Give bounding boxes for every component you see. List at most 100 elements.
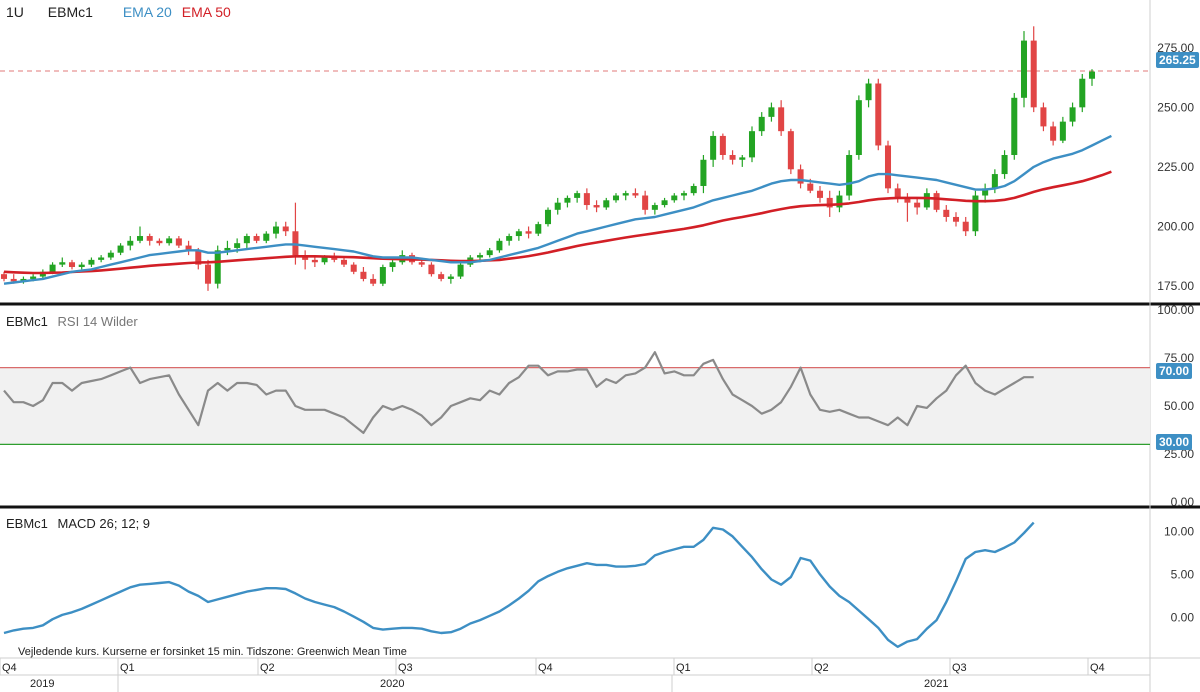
candle-down	[642, 195, 649, 210]
candle-up	[855, 100, 862, 155]
candle-up	[49, 264, 56, 272]
candle-down	[0, 274, 8, 279]
candle-down	[884, 145, 892, 189]
candle-up	[515, 231, 522, 237]
symbol-label[interactable]: EBMc1	[48, 4, 93, 20]
candle-down	[962, 221, 969, 232]
candle-up	[506, 236, 513, 241]
candle-down	[943, 209, 950, 217]
rsi-upper-badge: 70.00	[1156, 363, 1193, 379]
candle-up	[88, 259, 95, 265]
interval-label[interactable]: 1U	[6, 4, 24, 20]
candle-up	[272, 226, 280, 234]
candle-down	[282, 226, 289, 232]
candle-down	[729, 155, 736, 160]
quarter-label: Q3	[398, 662, 413, 674]
year-label: 2020	[380, 678, 405, 690]
y-tick-label: 0.00	[1171, 495, 1195, 509]
ema20-label[interactable]: EMA 20	[123, 4, 172, 20]
candle-up	[564, 197, 571, 203]
candle-up	[535, 224, 542, 234]
candle-up	[224, 247, 231, 251]
candle-up	[1059, 121, 1066, 141]
macd-indicator[interactable]: MACD 26; 12; 9	[58, 516, 151, 531]
candle-up	[574, 193, 581, 198]
candle-down	[156, 240, 163, 244]
candle-up	[486, 250, 493, 256]
candle-down	[311, 259, 318, 263]
candle-down	[340, 259, 348, 265]
candle-up	[166, 238, 173, 244]
candle-up	[214, 250, 221, 284]
candle-down	[914, 202, 921, 208]
last-price-badge: 265.25	[1156, 52, 1199, 68]
ema50-line	[3, 170, 1112, 275]
candle-up	[680, 193, 688, 196]
candle-down	[952, 216, 960, 222]
candle-up	[603, 200, 610, 208]
candle-up	[107, 252, 114, 258]
macd-symbol: EBMc1	[6, 516, 48, 531]
y-tick-label: 225.00	[1157, 160, 1194, 174]
candle-down	[418, 262, 425, 265]
candle-down	[10, 278, 17, 282]
y-tick-label: 100.00	[1157, 303, 1194, 317]
candle-up	[379, 267, 386, 284]
candle-up	[1069, 107, 1076, 122]
rsi-band	[0, 367, 1150, 445]
candle-down	[583, 193, 590, 206]
candle-up	[234, 243, 241, 248]
candle-up	[457, 264, 464, 277]
candle-up	[136, 236, 144, 241]
candle-down	[204, 264, 212, 284]
candle-down	[816, 190, 824, 198]
candle-down	[292, 231, 299, 256]
y-tick-label: 10.00	[1164, 524, 1194, 538]
macd-panel-header: EBMc1 MACD 26; 12; 9	[6, 516, 156, 531]
candle-down	[593, 205, 600, 208]
candle-up	[1088, 71, 1096, 79]
quarter-label: Q2	[814, 662, 829, 674]
candle-down	[525, 231, 532, 234]
candle-down	[719, 135, 726, 155]
candle-up	[700, 159, 707, 186]
candle-up	[651, 205, 658, 210]
candle-up	[476, 255, 484, 258]
candle-down	[933, 193, 940, 210]
candle-up	[554, 202, 561, 210]
y-tick-label: 5.00	[1171, 567, 1195, 581]
candle-up	[768, 107, 775, 117]
rsi-indicator[interactable]: RSI 14 Wilder	[58, 314, 138, 329]
candle-down	[68, 262, 76, 268]
ema50-label[interactable]: EMA 50	[182, 4, 231, 20]
y-tick-label: 0.00	[1171, 611, 1195, 625]
candle-down	[807, 183, 814, 191]
quarter-label: Q4	[2, 662, 17, 674]
candle-up	[1001, 155, 1008, 175]
quarter-label: Q3	[952, 662, 967, 674]
candle-up	[98, 257, 105, 260]
y-tick-label: 200.00	[1157, 220, 1194, 234]
rsi-panel-header: EBMc1 RSI 14 Wilder	[6, 314, 144, 329]
y-tick-label: 250.00	[1157, 100, 1194, 114]
candle-down	[175, 238, 182, 246]
candle-up	[991, 174, 998, 189]
candle-down	[1050, 126, 1057, 141]
candle-down	[632, 193, 639, 196]
price-panel-header: 1U EBMc1 EMA 20 EMA 50	[6, 4, 237, 20]
candle-up	[671, 195, 678, 201]
candle-up	[612, 195, 620, 201]
candle-down	[1040, 107, 1047, 127]
year-label: 2019	[30, 678, 55, 690]
candle-up	[739, 157, 746, 160]
candle-up	[117, 245, 124, 253]
year-label: 2021	[924, 678, 949, 690]
candle-up	[622, 193, 629, 196]
candle-down	[350, 264, 357, 272]
candle-up	[758, 116, 765, 132]
candle-up	[1020, 40, 1028, 98]
candle-down	[438, 274, 445, 279]
candle-up	[846, 155, 853, 196]
candle-up	[865, 83, 872, 101]
candle-up	[30, 276, 37, 279]
